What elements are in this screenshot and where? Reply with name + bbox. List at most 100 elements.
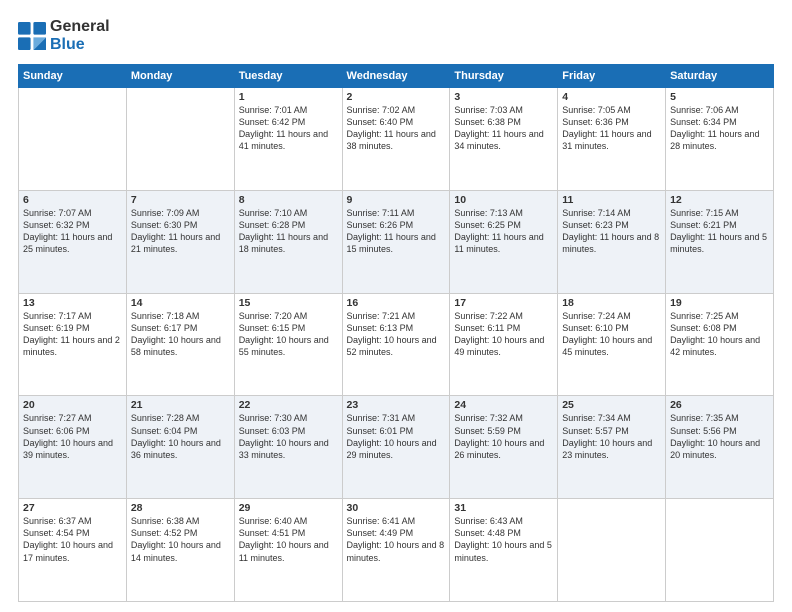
- weekday-friday: Friday: [558, 65, 666, 88]
- day-cell: 1Sunrise: 7:01 AM Sunset: 6:42 PM Daylig…: [234, 88, 342, 191]
- week-row-4: 20Sunrise: 7:27 AM Sunset: 6:06 PM Dayli…: [19, 396, 774, 499]
- day-number: 12: [670, 194, 769, 206]
- day-cell: 5Sunrise: 7:06 AM Sunset: 6:34 PM Daylig…: [666, 88, 774, 191]
- weekday-monday: Monday: [126, 65, 234, 88]
- day-info: Sunrise: 7:28 AM Sunset: 6:04 PM Dayligh…: [131, 412, 230, 461]
- day-info: Sunrise: 7:31 AM Sunset: 6:01 PM Dayligh…: [347, 412, 446, 461]
- day-info: Sunrise: 7:07 AM Sunset: 6:32 PM Dayligh…: [23, 207, 122, 256]
- day-cell: [126, 88, 234, 191]
- day-cell: 6Sunrise: 7:07 AM Sunset: 6:32 PM Daylig…: [19, 190, 127, 293]
- day-cell: 8Sunrise: 7:10 AM Sunset: 6:28 PM Daylig…: [234, 190, 342, 293]
- logo: General Blue: [18, 18, 110, 54]
- day-number: 16: [347, 297, 446, 309]
- day-info: Sunrise: 7:13 AM Sunset: 6:25 PM Dayligh…: [454, 207, 553, 256]
- day-info: Sunrise: 6:43 AM Sunset: 4:48 PM Dayligh…: [454, 515, 553, 564]
- day-number: 25: [562, 399, 661, 411]
- day-info: Sunrise: 6:41 AM Sunset: 4:49 PM Dayligh…: [347, 515, 446, 564]
- day-number: 20: [23, 399, 122, 411]
- logo-text: General Blue: [50, 18, 110, 54]
- day-info: Sunrise: 7:01 AM Sunset: 6:42 PM Dayligh…: [239, 104, 338, 153]
- day-cell: 13Sunrise: 7:17 AM Sunset: 6:19 PM Dayli…: [19, 293, 127, 396]
- day-info: Sunrise: 7:34 AM Sunset: 5:57 PM Dayligh…: [562, 412, 661, 461]
- day-cell: 29Sunrise: 6:40 AM Sunset: 4:51 PM Dayli…: [234, 499, 342, 602]
- day-number: 7: [131, 194, 230, 206]
- day-number: 3: [454, 91, 553, 103]
- day-info: Sunrise: 7:21 AM Sunset: 6:13 PM Dayligh…: [347, 310, 446, 359]
- day-cell: 28Sunrise: 6:38 AM Sunset: 4:52 PM Dayli…: [126, 499, 234, 602]
- day-cell: 23Sunrise: 7:31 AM Sunset: 6:01 PM Dayli…: [342, 396, 450, 499]
- day-number: 14: [131, 297, 230, 309]
- day-cell: [558, 499, 666, 602]
- week-row-5: 27Sunrise: 6:37 AM Sunset: 4:54 PM Dayli…: [19, 499, 774, 602]
- day-number: 28: [131, 502, 230, 514]
- day-number: 31: [454, 502, 553, 514]
- day-number: 13: [23, 297, 122, 309]
- week-row-3: 13Sunrise: 7:17 AM Sunset: 6:19 PM Dayli…: [19, 293, 774, 396]
- day-cell: 14Sunrise: 7:18 AM Sunset: 6:17 PM Dayli…: [126, 293, 234, 396]
- page: General Blue SundayMondayTuesdayWednesda…: [0, 0, 792, 612]
- day-number: 6: [23, 194, 122, 206]
- day-cell: 20Sunrise: 7:27 AM Sunset: 6:06 PM Dayli…: [19, 396, 127, 499]
- weekday-header-row: SundayMondayTuesdayWednesdayThursdayFrid…: [19, 65, 774, 88]
- day-cell: 22Sunrise: 7:30 AM Sunset: 6:03 PM Dayli…: [234, 396, 342, 499]
- day-cell: 24Sunrise: 7:32 AM Sunset: 5:59 PM Dayli…: [450, 396, 558, 499]
- day-number: 27: [23, 502, 122, 514]
- day-number: 1: [239, 91, 338, 103]
- day-number: 2: [347, 91, 446, 103]
- day-number: 10: [454, 194, 553, 206]
- day-cell: 4Sunrise: 7:05 AM Sunset: 6:36 PM Daylig…: [558, 88, 666, 191]
- day-info: Sunrise: 7:15 AM Sunset: 6:21 PM Dayligh…: [670, 207, 769, 256]
- day-info: Sunrise: 7:35 AM Sunset: 5:56 PM Dayligh…: [670, 412, 769, 461]
- weekday-wednesday: Wednesday: [342, 65, 450, 88]
- day-info: Sunrise: 7:32 AM Sunset: 5:59 PM Dayligh…: [454, 412, 553, 461]
- day-number: 8: [239, 194, 338, 206]
- day-cell: 9Sunrise: 7:11 AM Sunset: 6:26 PM Daylig…: [342, 190, 450, 293]
- weekday-saturday: Saturday: [666, 65, 774, 88]
- calendar-table: SundayMondayTuesdayWednesdayThursdayFrid…: [18, 64, 774, 602]
- day-info: Sunrise: 7:17 AM Sunset: 6:19 PM Dayligh…: [23, 310, 122, 359]
- day-info: Sunrise: 6:38 AM Sunset: 4:52 PM Dayligh…: [131, 515, 230, 564]
- day-info: Sunrise: 7:30 AM Sunset: 6:03 PM Dayligh…: [239, 412, 338, 461]
- day-info: Sunrise: 7:14 AM Sunset: 6:23 PM Dayligh…: [562, 207, 661, 256]
- day-cell: 2Sunrise: 7:02 AM Sunset: 6:40 PM Daylig…: [342, 88, 450, 191]
- day-cell: 18Sunrise: 7:24 AM Sunset: 6:10 PM Dayli…: [558, 293, 666, 396]
- day-info: Sunrise: 7:05 AM Sunset: 6:36 PM Dayligh…: [562, 104, 661, 153]
- day-cell: 25Sunrise: 7:34 AM Sunset: 5:57 PM Dayli…: [558, 396, 666, 499]
- day-cell: 11Sunrise: 7:14 AM Sunset: 6:23 PM Dayli…: [558, 190, 666, 293]
- day-cell: 10Sunrise: 7:13 AM Sunset: 6:25 PM Dayli…: [450, 190, 558, 293]
- day-info: Sunrise: 7:06 AM Sunset: 6:34 PM Dayligh…: [670, 104, 769, 153]
- day-info: Sunrise: 7:27 AM Sunset: 6:06 PM Dayligh…: [23, 412, 122, 461]
- day-cell: 30Sunrise: 6:41 AM Sunset: 4:49 PM Dayli…: [342, 499, 450, 602]
- day-number: 5: [670, 91, 769, 103]
- day-info: Sunrise: 7:18 AM Sunset: 6:17 PM Dayligh…: [131, 310, 230, 359]
- day-cell: 21Sunrise: 7:28 AM Sunset: 6:04 PM Dayli…: [126, 396, 234, 499]
- day-info: Sunrise: 6:37 AM Sunset: 4:54 PM Dayligh…: [23, 515, 122, 564]
- day-cell: 12Sunrise: 7:15 AM Sunset: 6:21 PM Dayli…: [666, 190, 774, 293]
- day-info: Sunrise: 7:02 AM Sunset: 6:40 PM Dayligh…: [347, 104, 446, 153]
- day-number: 21: [131, 399, 230, 411]
- day-info: Sunrise: 7:25 AM Sunset: 6:08 PM Dayligh…: [670, 310, 769, 359]
- day-cell: [19, 88, 127, 191]
- day-number: 26: [670, 399, 769, 411]
- week-row-1: 1Sunrise: 7:01 AM Sunset: 6:42 PM Daylig…: [19, 88, 774, 191]
- weekday-thursday: Thursday: [450, 65, 558, 88]
- day-info: Sunrise: 7:22 AM Sunset: 6:11 PM Dayligh…: [454, 310, 553, 359]
- day-number: 17: [454, 297, 553, 309]
- day-cell: 3Sunrise: 7:03 AM Sunset: 6:38 PM Daylig…: [450, 88, 558, 191]
- day-info: Sunrise: 7:24 AM Sunset: 6:10 PM Dayligh…: [562, 310, 661, 359]
- day-cell: 31Sunrise: 6:43 AM Sunset: 4:48 PM Dayli…: [450, 499, 558, 602]
- day-number: 4: [562, 91, 661, 103]
- week-row-2: 6Sunrise: 7:07 AM Sunset: 6:32 PM Daylig…: [19, 190, 774, 293]
- day-number: 11: [562, 194, 661, 206]
- day-cell: 17Sunrise: 7:22 AM Sunset: 6:11 PM Dayli…: [450, 293, 558, 396]
- day-info: Sunrise: 7:09 AM Sunset: 6:30 PM Dayligh…: [131, 207, 230, 256]
- day-info: Sunrise: 7:03 AM Sunset: 6:38 PM Dayligh…: [454, 104, 553, 153]
- day-cell: 27Sunrise: 6:37 AM Sunset: 4:54 PM Dayli…: [19, 499, 127, 602]
- day-cell: 26Sunrise: 7:35 AM Sunset: 5:56 PM Dayli…: [666, 396, 774, 499]
- weekday-sunday: Sunday: [19, 65, 127, 88]
- day-cell: 7Sunrise: 7:09 AM Sunset: 6:30 PM Daylig…: [126, 190, 234, 293]
- day-number: 30: [347, 502, 446, 514]
- day-number: 23: [347, 399, 446, 411]
- day-info: Sunrise: 7:10 AM Sunset: 6:28 PM Dayligh…: [239, 207, 338, 256]
- day-number: 24: [454, 399, 553, 411]
